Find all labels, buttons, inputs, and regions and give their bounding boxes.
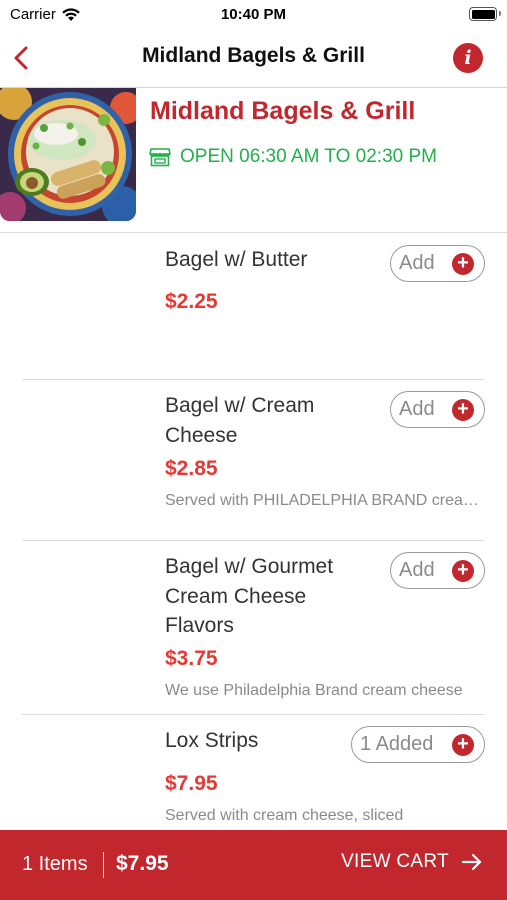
item-name: Bagel w/ Butter (165, 248, 308, 271)
item-price: $3.75 (165, 647, 218, 670)
battery-fill (471, 9, 495, 19)
info-button[interactable]: i (453, 43, 483, 73)
opening-hours: OPEN 06:30 AM TO 02:30 PM (149, 146, 437, 168)
view-cart-button[interactable]: VIEW CART (341, 851, 483, 873)
add-button-label: 1 Added (360, 733, 434, 755)
item-price: $2.85 (165, 457, 218, 480)
plus-icon: + (452, 252, 474, 275)
info-icon: i (464, 47, 472, 69)
status-bar: Carrier 10:40 PM (0, 0, 507, 30)
item-name: Bagel w/ Cream Cheese (165, 394, 315, 447)
item-description: We use Philadelphia Brand cream cheese (165, 682, 463, 699)
plus-icon: + (452, 398, 474, 421)
restaurant-photo (0, 88, 136, 221)
cart-total: $7.95 (116, 852, 169, 875)
add-to-cart-button[interactable]: Add + (390, 245, 485, 282)
add-button-label: Add (399, 559, 435, 581)
add-to-cart-button[interactable]: Add + (390, 552, 485, 589)
food-plate-image (0, 88, 136, 221)
plus-icon: + (452, 559, 474, 582)
added-to-cart-button[interactable]: 1 Added + (351, 726, 485, 763)
cart-item-count: 1 Items (22, 853, 88, 875)
menu-item[interactable]: Bagel w/ Gourmet Cream Cheese Flavors $3… (22, 541, 485, 715)
battery-icon (469, 7, 501, 21)
menu-list[interactable]: Bagel w/ Butter $2.25 Add + Bagel w/ Cre… (0, 234, 507, 830)
menu-item[interactable]: Lox Strips $7.95 Served with cream chees… (22, 715, 485, 830)
store-icon (149, 148, 171, 167)
plus-icon: + (452, 733, 474, 756)
cart-bar[interactable]: 1 Items $7.95 VIEW CART (0, 830, 507, 900)
hours-label: OPEN 06:30 AM TO 02:30 PM (180, 146, 437, 167)
item-price: $2.25 (165, 290, 218, 313)
item-description: Served with PHILADELPHIA BRAND cream che… (165, 492, 485, 509)
menu-item[interactable]: Bagel w/ Butter $2.25 Add + (22, 234, 485, 380)
item-name: Bagel w/ Gourmet Cream Cheese Flavors (165, 555, 334, 637)
add-button-label: Add (399, 398, 435, 420)
view-cart-label: VIEW CART (341, 851, 449, 872)
item-name: Lox Strips (165, 729, 259, 752)
menu-item[interactable]: Bagel w/ Cream Cheese $2.85 Served with … (22, 380, 485, 541)
page-title: Midland Bagels & Grill (142, 44, 365, 67)
arrow-right-icon (461, 853, 482, 871)
restaurant-name: Midland Bagels & Grill (150, 97, 416, 125)
navigation-bar: Midland Bagels & Grill i (0, 30, 507, 88)
cart-divider (103, 852, 104, 878)
add-button-label: Add (399, 252, 435, 274)
status-time: 10:40 PM (220, 6, 287, 23)
restaurant-header: Midland Bagels & Grill OPEN 06:30 AM TO … (0, 88, 507, 233)
add-to-cart-button[interactable]: Add + (390, 391, 485, 428)
item-price: $7.95 (165, 772, 218, 795)
item-description: Served with cream cheese, sliced (165, 807, 404, 824)
